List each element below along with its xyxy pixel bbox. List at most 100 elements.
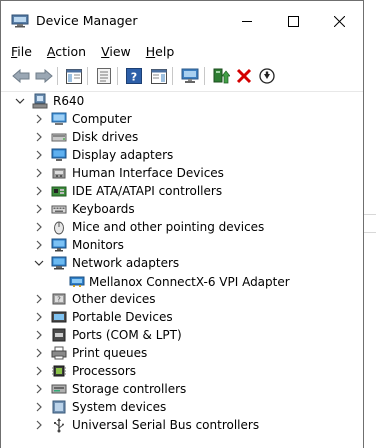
storage-controller-icon (51, 384, 67, 394)
menu-label-rest: iew (109, 43, 131, 59)
keyboard-icon (51, 205, 67, 214)
tree-category-label: Human Interface Devices (72, 166, 224, 180)
expand-chevron-icon[interactable] (34, 312, 44, 322)
collapse-chevron-icon[interactable] (15, 96, 25, 106)
menu-file[interactable]: File (11, 44, 32, 59)
show-hide-console-tree-icon (66, 68, 82, 84)
disk-drive-icon (51, 133, 67, 142)
tree-category-ide-ata-atapi-controllers[interactable]: IDE ATA/ATAPI controllers (1, 182, 363, 200)
svg-text:?: ? (131, 71, 137, 84)
expand-chevron-icon[interactable] (34, 150, 44, 160)
tree-category-label: System devices (72, 400, 167, 414)
menu-label-rest: ile (17, 43, 32, 59)
maximize-icon (287, 15, 299, 27)
maximize-button[interactable] (270, 1, 316, 41)
tree-category-universal-serial-bus-controllers[interactable]: Universal Serial Bus controllers (1, 416, 363, 434)
title-bar[interactable]: Device Manager (1, 1, 363, 41)
tree-category-label: Disk drives (72, 130, 139, 144)
menu-help[interactable]: Help (146, 44, 175, 59)
device-manager-window: Device Manager File Action View Help ? R… (0, 0, 364, 448)
monitor-icon (51, 238, 67, 252)
tree-category-keyboards[interactable]: Keyboards (1, 200, 363, 218)
tree-device-row[interactable]: Mellanox ConnectX-6 VPI Adapter (1, 272, 363, 290)
expand-chevron-icon[interactable] (34, 204, 44, 214)
toolbar-separator (57, 67, 58, 85)
update-driver-icon (213, 68, 230, 84)
port-icon (52, 328, 66, 342)
close-button[interactable] (316, 1, 362, 41)
tree-category-human-interface-devices[interactable]: Human Interface Devices (1, 164, 363, 182)
expand-chevron-icon[interactable] (34, 240, 44, 250)
tree-category-mice-and-other-pointing-devices[interactable]: Mice and other pointing devices (1, 218, 363, 236)
tree-category-other-devices[interactable]: ? Other devices (1, 290, 363, 308)
back-arrow-icon (12, 69, 30, 83)
menu-view[interactable]: View (101, 44, 131, 59)
expand-chevron-icon[interactable] (34, 420, 44, 430)
expand-chevron-icon[interactable] (34, 168, 44, 178)
system-devices-icon (52, 400, 66, 414)
expand-chevron-icon[interactable] (34, 186, 44, 196)
expand-chevron-icon[interactable] (34, 222, 44, 232)
network-card-icon (69, 276, 85, 287)
menu-mnemonic: A (46, 43, 56, 59)
tree-category-monitors[interactable]: Monitors (1, 236, 363, 254)
expand-chevron-icon[interactable] (34, 402, 44, 412)
svg-text:?: ? (57, 296, 61, 304)
minimize-button[interactable] (224, 1, 270, 41)
toolbar-separator (87, 67, 88, 85)
tree-category-label: IDE ATA/ATAPI controllers (72, 184, 223, 198)
menu-bar: File Action View Help (1, 41, 363, 61)
expand-chevron-icon[interactable] (34, 366, 44, 376)
background-divider (364, 214, 376, 215)
tree-device-label: Mellanox ConnectX-6 VPI Adapter (89, 275, 290, 289)
disable-device-icon (259, 68, 275, 84)
expand-chevron-icon[interactable] (34, 294, 44, 304)
tree-category-label: Portable Devices (72, 310, 173, 324)
tree-category-ports-com-lpt[interactable]: Ports (COM & LPT) (1, 326, 363, 344)
expand-chevron-icon[interactable] (34, 348, 44, 358)
tree-category-portable-devices[interactable]: Portable Devices (1, 308, 363, 326)
close-icon (333, 15, 345, 27)
expand-chevron-icon[interactable] (34, 114, 44, 124)
show-hide-console-tree-button[interactable] (64, 66, 84, 86)
properties-icon (97, 68, 111, 84)
tree-category-print-queues[interactable]: Print queues (1, 344, 363, 362)
background-divider (364, 232, 376, 233)
back-button[interactable] (11, 66, 31, 86)
tree-category-label: Network adapters (72, 256, 180, 270)
tree-category-storage-controllers[interactable]: Storage controllers (1, 380, 363, 398)
menu-label-rest: ction (55, 43, 87, 59)
network-adapter-icon (51, 256, 67, 270)
mouse-icon (54, 221, 64, 235)
tree-category-label: Universal Serial Bus controllers (72, 418, 260, 432)
action-pane-button[interactable] (149, 66, 169, 86)
help-button[interactable]: ? (124, 66, 144, 86)
menu-action[interactable]: Action (47, 44, 86, 59)
action-pane-icon (151, 68, 167, 84)
printer-icon (51, 346, 67, 360)
processor-icon (52, 365, 66, 377)
tree-category-network-adapters[interactable]: Network adapters (1, 254, 363, 272)
collapse-chevron-icon[interactable] (34, 258, 44, 268)
tree-category-disk-drives[interactable]: Disk drives (1, 128, 363, 146)
expand-chevron-icon[interactable] (34, 330, 44, 340)
forward-button[interactable] (34, 66, 54, 86)
disable-device-button[interactable] (257, 66, 277, 86)
tree-category-processors[interactable]: Processors (1, 362, 363, 380)
tree-category-display-adapters[interactable]: Display adapters (1, 146, 363, 164)
display-adapter-icon (51, 148, 67, 161)
scan-hardware-button[interactable] (180, 66, 200, 86)
tree-category-system-devices[interactable]: System devices (1, 398, 363, 416)
toolbar-separator (172, 67, 173, 85)
uninstall-device-button[interactable] (234, 66, 254, 86)
tree-category-label: Print queues (72, 346, 148, 360)
tree-root[interactable]: R640 (1, 92, 363, 110)
expand-chevron-icon[interactable] (34, 132, 44, 142)
update-driver-button[interactable] (211, 66, 231, 86)
window-title: Device Manager (36, 13, 138, 28)
ide-controller-icon (51, 186, 67, 197)
tree-category-computer[interactable]: Computer (1, 110, 363, 128)
tree-category-label: Keyboards (72, 202, 135, 216)
expand-chevron-icon[interactable] (34, 384, 44, 394)
properties-button[interactable] (94, 66, 114, 86)
